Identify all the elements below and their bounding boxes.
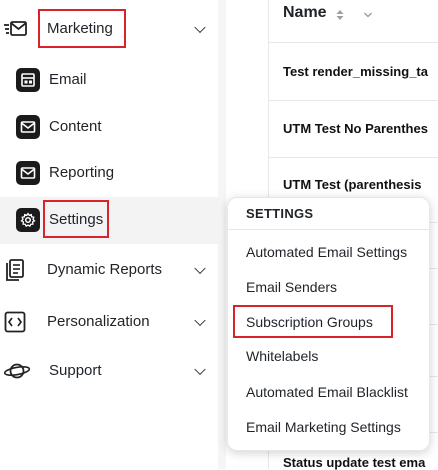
sidebar-item-content-label: Content — [49, 118, 102, 135]
menu-item-automated-email-blacklist[interactable]: Automated Email Blacklist — [246, 384, 408, 400]
sort-icon[interactable] — [336, 8, 344, 26]
sidebar-item-support-label: Support — [49, 362, 102, 379]
sidebar-item-dynamic-reports[interactable]: Dynamic Reports — [0, 247, 218, 292]
table-row[interactable]: Status update test ema — [283, 455, 425, 470]
sidebar-gutter — [218, 0, 226, 469]
settings-menu-title: SETTINGS — [246, 206, 314, 221]
sidebar: Marketing Email Content Reporting Settin… — [0, 0, 218, 469]
sidebar-item-email[interactable]: Email — [0, 57, 218, 102]
sidebar-item-reporting-label: Reporting — [49, 164, 115, 181]
chevron-down-icon[interactable] — [363, 7, 373, 25]
row-divider — [269, 100, 438, 101]
sidebar-item-email-label: Email — [49, 71, 87, 88]
chevron-down-icon[interactable] — [194, 314, 206, 326]
menu-item-whitelabels[interactable]: Whitelabels — [246, 348, 318, 364]
name-column-header[interactable]: Name — [283, 4, 383, 26]
table-row[interactable]: Test render_missing_ta — [283, 64, 428, 79]
menu-divider — [228, 229, 429, 230]
row-divider — [269, 157, 438, 158]
email-layout-icon — [16, 67, 40, 92]
table-row[interactable]: UTM Test (parenthesis — [283, 177, 421, 192]
sidebar-item-personalization-label: Personalization — [47, 313, 150, 330]
chevron-down-icon[interactable] — [194, 21, 206, 33]
subscription-groups-highlight — [233, 305, 393, 338]
document-icon — [4, 258, 26, 287]
chevron-down-icon[interactable] — [194, 363, 206, 375]
row-divider — [269, 42, 438, 43]
code-icon — [4, 311, 26, 338]
table-row[interactable]: UTM Test No Parenthes — [283, 121, 428, 136]
chevron-down-icon[interactable] — [194, 262, 206, 274]
menu-item-email-marketing-settings[interactable]: Email Marketing Settings — [246, 419, 401, 435]
menu-item-email-senders[interactable]: Email Senders — [246, 279, 337, 295]
menu-item-automated-email-settings[interactable]: Automated Email Settings — [246, 244, 407, 260]
gear-icon — [16, 207, 40, 232]
email-marketing-icon — [3, 20, 27, 43]
envelope-icon — [16, 160, 40, 185]
envelope-icon — [16, 114, 40, 139]
sidebar-item-dynamic-reports-label: Dynamic Reports — [47, 261, 163, 278]
marketing-highlight — [38, 9, 126, 48]
planet-icon — [3, 361, 31, 386]
sidebar-item-settings[interactable]: Settings — [0, 197, 218, 242]
sidebar-item-personalization[interactable]: Personalization — [0, 299, 218, 344]
settings-highlight — [43, 200, 109, 238]
sidebar-item-reporting[interactable]: Reporting — [0, 150, 218, 195]
sidebar-item-support[interactable]: Support — [0, 348, 218, 393]
sidebar-item-content[interactable]: Content — [0, 104, 218, 149]
column-header-label: Name — [283, 4, 327, 21]
